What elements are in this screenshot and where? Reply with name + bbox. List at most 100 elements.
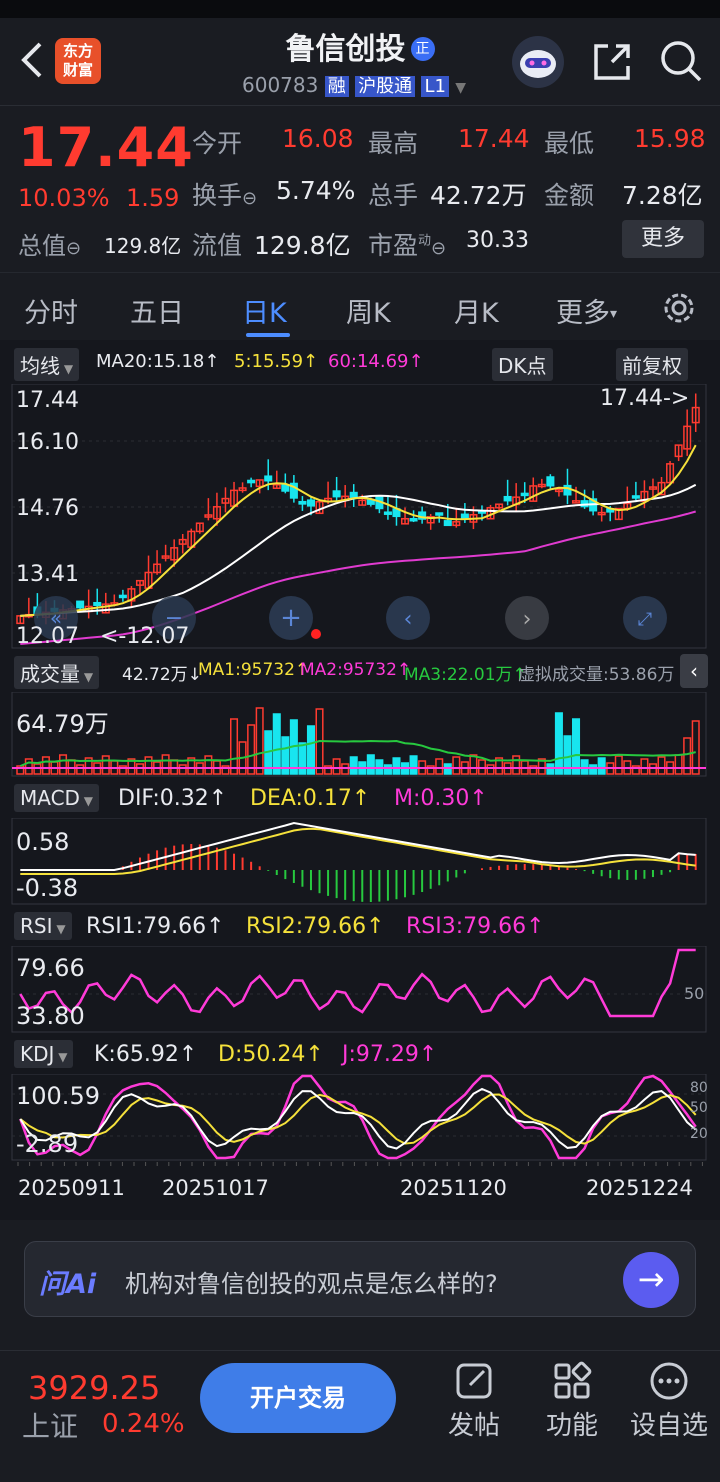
collapse-panel-button[interactable]: ‹ [680, 654, 708, 688]
turnover-label[interactable]: 换手⊖ [192, 176, 257, 212]
index-value[interactable]: 3929.25 [28, 1369, 160, 1407]
functions-button[interactable]: 功能 [538, 1359, 606, 1469]
volume-bar [640, 758, 649, 775]
volume-bar [41, 756, 50, 775]
robot-assistant[interactable] [512, 36, 564, 88]
vol-ma3-line [19, 739, 696, 767]
pe-label[interactable]: 市盈动⊖ [368, 226, 446, 262]
more-circle-icon [650, 1362, 688, 1400]
candle-body [332, 490, 341, 498]
ai-logo: 问Ai [39, 1269, 97, 1300]
volume-bar [486, 764, 495, 775]
candle-body [443, 520, 452, 527]
edit-icon [456, 1363, 492, 1399]
mktcap-value: 129.8亿 [104, 234, 182, 258]
kline-chart[interactable]: « − + ‹ › ⤢ [0, 384, 720, 650]
open-account-button[interactable]: 开户交易 [200, 1363, 396, 1433]
info-icon: ⊖ [431, 238, 447, 259]
gear-icon [664, 293, 694, 323]
add-watchlist-button[interactable]: 设自选 [622, 1359, 716, 1469]
macd-selector[interactable]: MACD ▼ [14, 784, 99, 812]
rsi3-label: RSI3:79.66↑ [406, 914, 545, 939]
dropdown-icon[interactable]: ▼ [455, 80, 466, 96]
volume-bar [366, 754, 375, 775]
dk-button[interactable]: DK点 [492, 348, 553, 381]
volume-bar [161, 754, 170, 775]
low-label: 最低 [544, 129, 595, 158]
chevron-left-icon: ‹ [690, 659, 698, 683]
dea-line [20, 827, 696, 875]
rsi-chart[interactable] [0, 946, 720, 1034]
kdj-j-label: J:97.29↑ [342, 1042, 438, 1067]
tab-daily-k[interactable]: 日K [242, 291, 287, 330]
y-label-3: 14.76 [16, 496, 79, 521]
tab-weekly-k[interactable]: 周K [346, 291, 391, 330]
candle-body [503, 495, 512, 502]
ai-prompt: 机构对鲁信创投的观点是怎么样的? [125, 1270, 498, 1298]
chevron-left-icon: ‹ [404, 607, 413, 632]
stock-code-row: 600783 融 沪股通 L1 ▼ [242, 72, 466, 98]
volume-bar [76, 764, 85, 775]
more-button[interactable]: 更多 [622, 220, 704, 258]
volume-bar [178, 764, 187, 775]
tab-intraday[interactable]: 分时 [24, 291, 78, 330]
caret-down-icon: ▼ [80, 670, 94, 684]
post-button[interactable]: 发帖 [440, 1359, 508, 1469]
mktcap-label[interactable]: 总值⊖ [18, 226, 81, 261]
period-tabs: 分时 五日 日K 周K 月K 更多▾ [0, 272, 720, 340]
rsi-selector[interactable]: RSI ▼ [14, 912, 72, 940]
candle-body [546, 476, 555, 487]
caret-down-icon: ▼ [79, 794, 93, 808]
expand-icon: ⤢ [638, 609, 653, 630]
volume-bar [59, 754, 68, 775]
date-ticks [17, 1162, 703, 1166]
volume-bar [674, 754, 683, 775]
ai-question-bar[interactable]: 问Ai 机构对鲁信创投的观点是怎么样的? → [24, 1241, 696, 1317]
tab-5day[interactable]: 五日 [130, 291, 184, 330]
search-icon [661, 41, 702, 82]
rsi1-label: RSI1:79.66↑ [86, 914, 225, 939]
volume-bar [469, 754, 478, 775]
float-value: 129.8亿 [254, 231, 351, 260]
candle-body [76, 600, 85, 609]
low-marker: <-12.07 [100, 624, 190, 649]
volume-bar [204, 755, 213, 775]
date-label-4: 20251224 [586, 1176, 693, 1200]
volume-selector[interactable]: 成交量 ▼ [14, 656, 100, 689]
change-pct: 10.03% [18, 184, 110, 212]
candle-body [366, 499, 375, 505]
tab-more[interactable]: 更多▾ [556, 291, 617, 330]
index-name: 上证 [22, 1410, 79, 1443]
adjust-button[interactable]: 前复权 [616, 348, 688, 381]
volume-bar [614, 755, 623, 775]
candle-body [247, 479, 256, 484]
candle-body [520, 492, 529, 497]
ma-selector[interactable]: 均线 ▼ [14, 348, 80, 381]
caret-down-icon: ▼ [60, 362, 74, 376]
change-value: 1.59 [126, 184, 180, 212]
kdj-y-label-bottom: -2.89 [16, 1130, 79, 1158]
share-button[interactable] [590, 40, 634, 84]
stock-code: 600783 [242, 73, 319, 97]
settings-button[interactable] [660, 289, 698, 327]
high-value: 17.44 [458, 124, 530, 153]
candle-body [349, 491, 358, 499]
date-label-2: 20251017 [162, 1176, 269, 1200]
volume-y-label: 64.79万 [16, 710, 109, 738]
ai-send-button[interactable]: → [623, 1252, 679, 1308]
macd-dif-label: DIF:0.32↑ [118, 786, 228, 811]
info-icon: ⊖ [66, 238, 82, 259]
current-price: 17.44 [18, 116, 194, 179]
search-button[interactable] [658, 38, 704, 84]
kdj-selector[interactable]: KDJ ▼ [14, 1040, 74, 1068]
rsi2-label: RSI2:79.66↑ [246, 914, 385, 939]
status-bar [0, 0, 720, 18]
candle-body [93, 601, 102, 607]
volume-bar [101, 755, 110, 775]
macd-chart[interactable] [0, 818, 720, 906]
arrow-right-icon: → [637, 1260, 665, 1298]
volume-bar [306, 725, 316, 775]
kdj-chart[interactable] [0, 1074, 720, 1166]
date-label-3: 20251120 [400, 1176, 507, 1200]
tab-monthly-k[interactable]: 月K [454, 291, 499, 330]
